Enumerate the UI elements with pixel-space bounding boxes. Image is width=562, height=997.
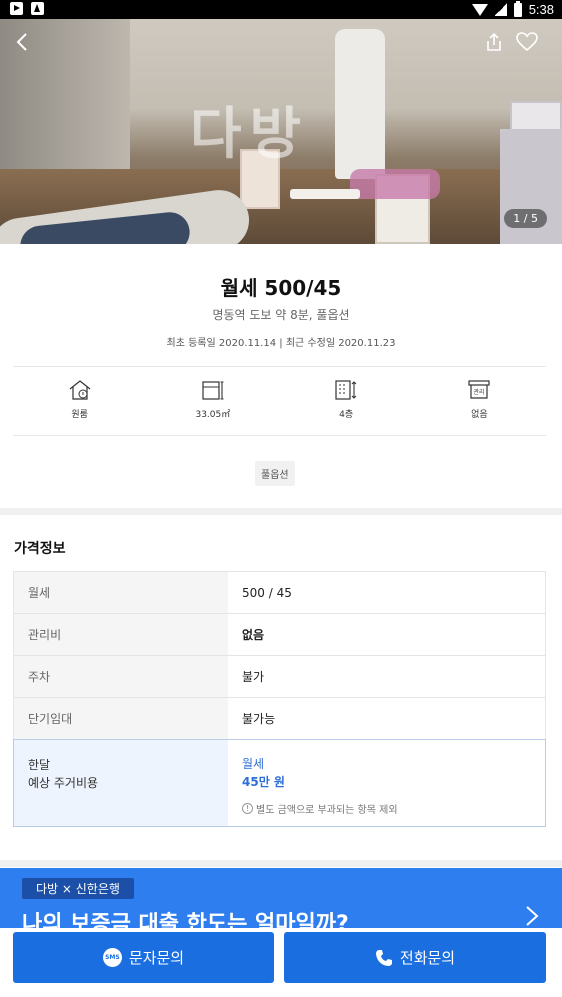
favorite-button[interactable]	[509, 24, 545, 60]
monthly-label: 월세	[242, 757, 265, 771]
watermark-logo: 다방	[190, 102, 310, 167]
price-key: 월세	[14, 572, 228, 613]
price-section-title: 가격정보	[14, 541, 66, 557]
management-icon: 관리	[468, 380, 490, 399]
spec-area: 33.05㎡	[146, 367, 279, 435]
floor-icon	[335, 380, 357, 400]
monthly-cost-value: 월세 45만 원 ! 별도 금액으로 부과되는 항목 제외	[228, 740, 545, 826]
table-row: 주차 불가	[14, 656, 545, 698]
spec-room-type: 원룸	[13, 367, 146, 435]
spec-label: 없음	[471, 410, 488, 420]
photo-counter: 1 / 5	[504, 209, 547, 228]
monthly-note-text: 별도 금액으로 부과되는 항목 제외	[256, 805, 398, 816]
option-tag: 풀옵션	[255, 461, 295, 486]
call-inquiry-button[interactable]: 전화문의	[284, 932, 546, 983]
table-row: 관리비 없음	[14, 614, 545, 656]
monthly-amount: 45만 원	[242, 775, 285, 789]
phone-icon	[375, 949, 392, 966]
svg-text:관리: 관리	[474, 388, 485, 396]
banner-text: 나의 보증금 대출 한도는 얼마일까?	[22, 912, 349, 928]
spec-label: 원룸	[71, 410, 88, 420]
heart-icon	[516, 32, 538, 52]
monthly-key-line1: 한달	[28, 758, 51, 772]
info-icon: !	[242, 803, 253, 814]
status-bar: 5:38	[0, 0, 562, 19]
spec-label: 4층	[339, 410, 354, 420]
price-table: 월세 500 / 45 관리비 없음 주차 불가 단기임대 불가능 한달 예상 …	[13, 571, 546, 827]
share-button[interactable]	[476, 24, 512, 60]
area-icon	[202, 381, 224, 400]
notification-icons	[10, 2, 44, 15]
monthly-note: ! 별도 금액으로 부과되는 항목 제외	[242, 801, 398, 816]
wifi-icon	[471, 3, 488, 16]
battery-icon	[513, 0, 522, 17]
table-row: 단기임대 불가능	[14, 698, 545, 740]
section-divider	[0, 860, 562, 867]
spec-label: 33.05㎡	[195, 410, 231, 420]
monthly-cost-key: 한달 예상 주거비용	[14, 740, 228, 826]
spec-floor: 4층	[280, 367, 413, 435]
spec-row: 원룸 33.05㎡ 4층 관리 없음	[13, 366, 546, 436]
house-icon	[69, 380, 90, 400]
price-value: 불가	[242, 670, 265, 684]
listing-dates: 최초 등록일 2020.11.14 | 최근 수정일 2020.11.23	[166, 338, 396, 349]
chevron-right-icon	[526, 906, 539, 926]
sms-icon: SMS	[102, 948, 122, 967]
bottom-action-bar: SMS 문자문의 전화문의	[0, 928, 562, 997]
sms-inquiry-label: 문자문의	[128, 949, 185, 967]
listing-subtitle: 명동역 도보 약 8분, 풀옵션	[212, 308, 350, 322]
status-time: 5:38	[528, 2, 554, 17]
listing-title: 월세 500/45	[220, 276, 342, 300]
monthly-cost-row: 한달 예상 주거비용 월세 45만 원 ! 별도 금액으로 부과되는 항목 제외	[13, 739, 546, 827]
play-store-icon	[10, 2, 23, 15]
signal-icon	[494, 3, 507, 16]
price-value: 없음	[242, 628, 265, 642]
table-row: 월세 500 / 45	[14, 572, 545, 614]
chevron-left-icon	[16, 33, 27, 51]
share-icon	[487, 32, 501, 51]
price-value: 500 / 45	[242, 585, 292, 600]
price-key: 관리비	[14, 614, 228, 655]
sms-inquiry-button[interactable]: SMS 문자문의	[13, 932, 274, 983]
back-button[interactable]	[4, 24, 40, 60]
price-key: 주차	[14, 656, 228, 697]
spec-management: 관리 없음	[413, 367, 546, 435]
banner-badge: 다방 × 신한은행	[22, 878, 134, 899]
app-notification-icon	[31, 2, 44, 15]
call-inquiry-label: 전화문의	[399, 949, 456, 967]
monthly-key-line2: 예상 주거비용	[28, 776, 99, 790]
price-value: 불가능	[242, 712, 276, 726]
section-divider	[0, 508, 562, 515]
price-key: 단기임대	[14, 698, 228, 739]
loan-banner[interactable]: 다방 × 신한은행 나의 보증금 대출 한도는 얼마일까?	[0, 868, 562, 928]
